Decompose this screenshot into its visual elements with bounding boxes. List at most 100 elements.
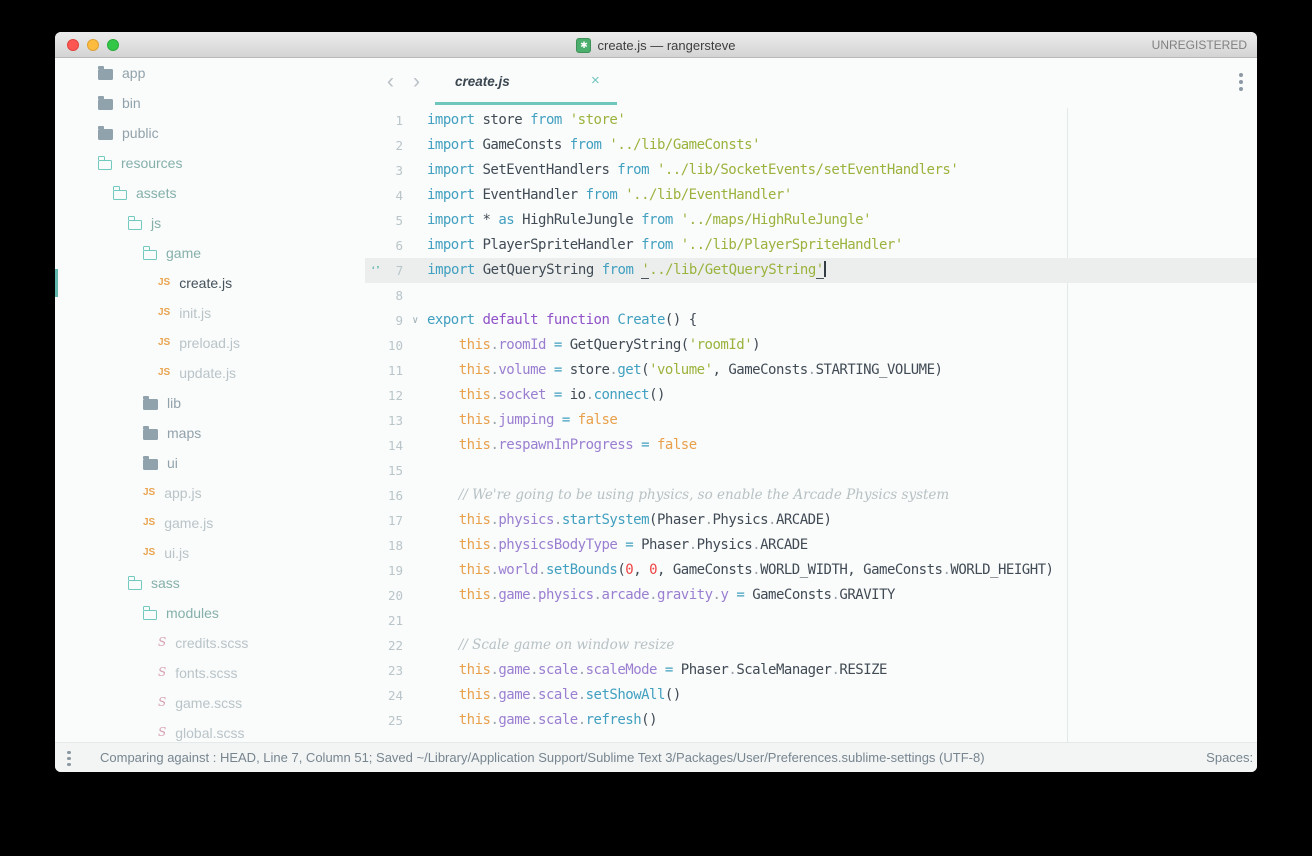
nav-back-icon[interactable]: ‹: [387, 58, 394, 108]
status-menu-icon[interactable]: [67, 748, 71, 769]
sidebar-item-game-scss[interactable]: Sgame.scss: [55, 688, 365, 718]
code-line[interactable]: 5import * as HighRuleJungle from '../map…: [365, 208, 1257, 233]
code-line[interactable]: 4import EventHandler from '../lib/EventH…: [365, 183, 1257, 208]
sidebar-item-maps[interactable]: maps: [55, 418, 365, 448]
code-line[interactable]: 18 this.physicsBodyType = Phaser.Physics…: [365, 533, 1257, 558]
gutter-spacer: [365, 158, 379, 183]
sidebar-item-label: maps: [167, 425, 201, 441]
sidebar-item-sass[interactable]: sass: [55, 568, 365, 598]
code-line[interactable]: 22 // Scale game on window resize: [365, 633, 1257, 658]
code-line[interactable]: 19 this.world.setBounds(0, 0, GameConsts…: [365, 558, 1257, 583]
line-number: 7: [379, 258, 403, 283]
title-bar[interactable]: ✱ create.js — rangersteve UNREGISTERED: [55, 32, 1257, 58]
sidebar-item-bin[interactable]: bin: [55, 88, 365, 118]
sidebar-item-label: bin: [122, 95, 141, 111]
folder-open-icon: [128, 220, 142, 230]
sidebar-item-public[interactable]: public: [55, 118, 365, 148]
code-text: export default function Create() {: [427, 308, 697, 333]
line-number: 22: [379, 633, 403, 658]
code-line[interactable]: 12 this.socket = io.connect(): [365, 383, 1257, 408]
code-line[interactable]: 16 // We're going to be using physics, s…: [365, 483, 1257, 508]
sidebar-item-ui[interactable]: ui: [55, 448, 365, 478]
window-title-wrap: ✱ create.js — rangersteve: [55, 32, 1257, 58]
fold-spacer: [403, 483, 427, 508]
sidebar-item-modules[interactable]: modules: [55, 598, 365, 628]
sidebar-item-label: preload.js: [179, 335, 240, 351]
indentation-setting[interactable]: Spaces: 4: [1206, 743, 1257, 772]
code-line[interactable]: 23 this.game.scale.scaleMode = Phaser.Sc…: [365, 658, 1257, 683]
code-line[interactable]: 10 this.roomId = GetQueryString('roomId'…: [365, 333, 1257, 358]
code-line[interactable]: 1import store from 'store': [365, 108, 1257, 133]
code-line[interactable]: 2 import GameConsts from '../lib/GameCons…: [365, 133, 1257, 158]
code-line[interactable]: 8: [365, 283, 1257, 308]
sidebar-item-fonts-scss[interactable]: Sfonts.scss: [55, 658, 365, 688]
folder-closed-icon: [143, 459, 158, 470]
code-line[interactable]: ❛❜7import GetQueryString from '../lib/Ge…: [365, 258, 1257, 283]
fold-arrow-icon[interactable]: ∨: [403, 308, 427, 333]
sidebar-item-game-js[interactable]: JS game.js: [55, 508, 365, 538]
sidebar-item-app-js[interactable]: JSapp.js: [55, 478, 365, 508]
tab-close-icon[interactable]: ×: [591, 58, 600, 105]
fold-spacer: [403, 383, 427, 408]
code-text: this.world.setBounds(0, 0, GameConsts.WO…: [427, 558, 1053, 583]
code-line[interactable]: 20 this.game.physics.arcade.gravity.y = …: [365, 583, 1257, 608]
code-line[interactable]: 6import PlayerSpriteHandler from '../lib…: [365, 233, 1257, 258]
sidebar-item-create-js[interactable]: JScreate.js: [55, 268, 365, 298]
folder-closed-icon: [98, 99, 113, 110]
code-line[interactable]: 11 this.volume = store.get('volume', Gam…: [365, 358, 1257, 383]
folder-closed-icon: [143, 429, 158, 440]
code-line[interactable]: 25 this.game.scale.refresh(): [365, 708, 1257, 733]
editor-pane: ‹ › create.js × 1import store from 'stor…: [365, 58, 1257, 742]
code-line[interactable]: 21: [365, 608, 1257, 633]
code-line[interactable]: 9∨export default function Create() {: [365, 308, 1257, 333]
gutter-spacer: [365, 708, 379, 733]
sidebar-item-app[interactable]: app: [55, 58, 365, 88]
sidebar-item-assets[interactable]: assets: [55, 178, 365, 208]
sidebar-item-game[interactable]: game: [55, 238, 365, 268]
line-number: 9: [379, 308, 403, 333]
sidebar-item-credits-scss[interactable]: Scredits.scss: [55, 628, 365, 658]
fold-spacer: [403, 233, 427, 258]
code-line[interactable]: 3import SetEventHandlers from '../lib/So…: [365, 158, 1257, 183]
sidebar-item-update-js[interactable]: JSupdate.js: [55, 358, 365, 388]
sidebar-item-js[interactable]: js: [55, 208, 365, 238]
code-area[interactable]: 1import store from 'store'2 import GameCo…: [365, 108, 1257, 742]
sidebar-item-resources[interactable]: resources: [55, 148, 365, 178]
fold-spacer: [403, 633, 427, 658]
sidebar-item-label: game.js: [164, 515, 213, 531]
main-area: appbinpublicresourcesassetsjsgameJScreat…: [55, 58, 1257, 742]
code-line[interactable]: 17 this.physics.startSystem(Phaser.Physi…: [365, 508, 1257, 533]
tab-create-js[interactable]: create.js ×: [435, 58, 617, 108]
sidebar-item-lib[interactable]: lib: [55, 388, 365, 418]
line-number: 1: [379, 108, 403, 133]
document-icon: ✱: [576, 38, 591, 53]
fold-spacer: [403, 358, 427, 383]
overflow-menu-icon[interactable]: [1239, 70, 1243, 94]
gutter-spacer: [365, 233, 379, 258]
code-line[interactable]: 15: [365, 458, 1257, 483]
code-line[interactable]: 14 this.respawnInProgress = false: [365, 433, 1257, 458]
folder-closed-icon: [98, 129, 113, 140]
line-number: 2: [379, 133, 403, 158]
code-text: import GetQueryString from '../lib/GetQu…: [427, 258, 825, 283]
sidebar-item-init-js[interactable]: JSinit.js: [55, 298, 365, 328]
js-file-icon: JS: [158, 307, 170, 318]
sidebar-item-label: fonts.scss: [175, 665, 237, 681]
code-text: import GameConsts from '../lib/GameConst…: [427, 133, 760, 158]
gutter-spacer: [365, 558, 379, 583]
sidebar-item-preload-js[interactable]: JSpreload.js: [55, 328, 365, 358]
gutter-spacer: [365, 633, 379, 658]
nav-forward-icon[interactable]: ›: [413, 58, 420, 108]
sidebar-item-ui-js[interactable]: JSui.js: [55, 538, 365, 568]
gutter-spacer: [365, 533, 379, 558]
code-line[interactable]: 24 this.game.scale.setShowAll(): [365, 683, 1257, 708]
fold-spacer: [403, 133, 427, 158]
sidebar-item-label: ui: [167, 455, 178, 471]
text-cursor: [824, 261, 826, 277]
code-text: this.game.scale.scaleMode = Phaser.Scale…: [427, 658, 887, 683]
code-line[interactable]: 13 this.jumping = false: [365, 408, 1257, 433]
line-number: 14: [379, 433, 403, 458]
js-file-icon: JS: [143, 517, 155, 528]
sidebar-item-global-scss[interactable]: Sglobal.scss: [55, 718, 365, 742]
gutter-spacer: [365, 208, 379, 233]
